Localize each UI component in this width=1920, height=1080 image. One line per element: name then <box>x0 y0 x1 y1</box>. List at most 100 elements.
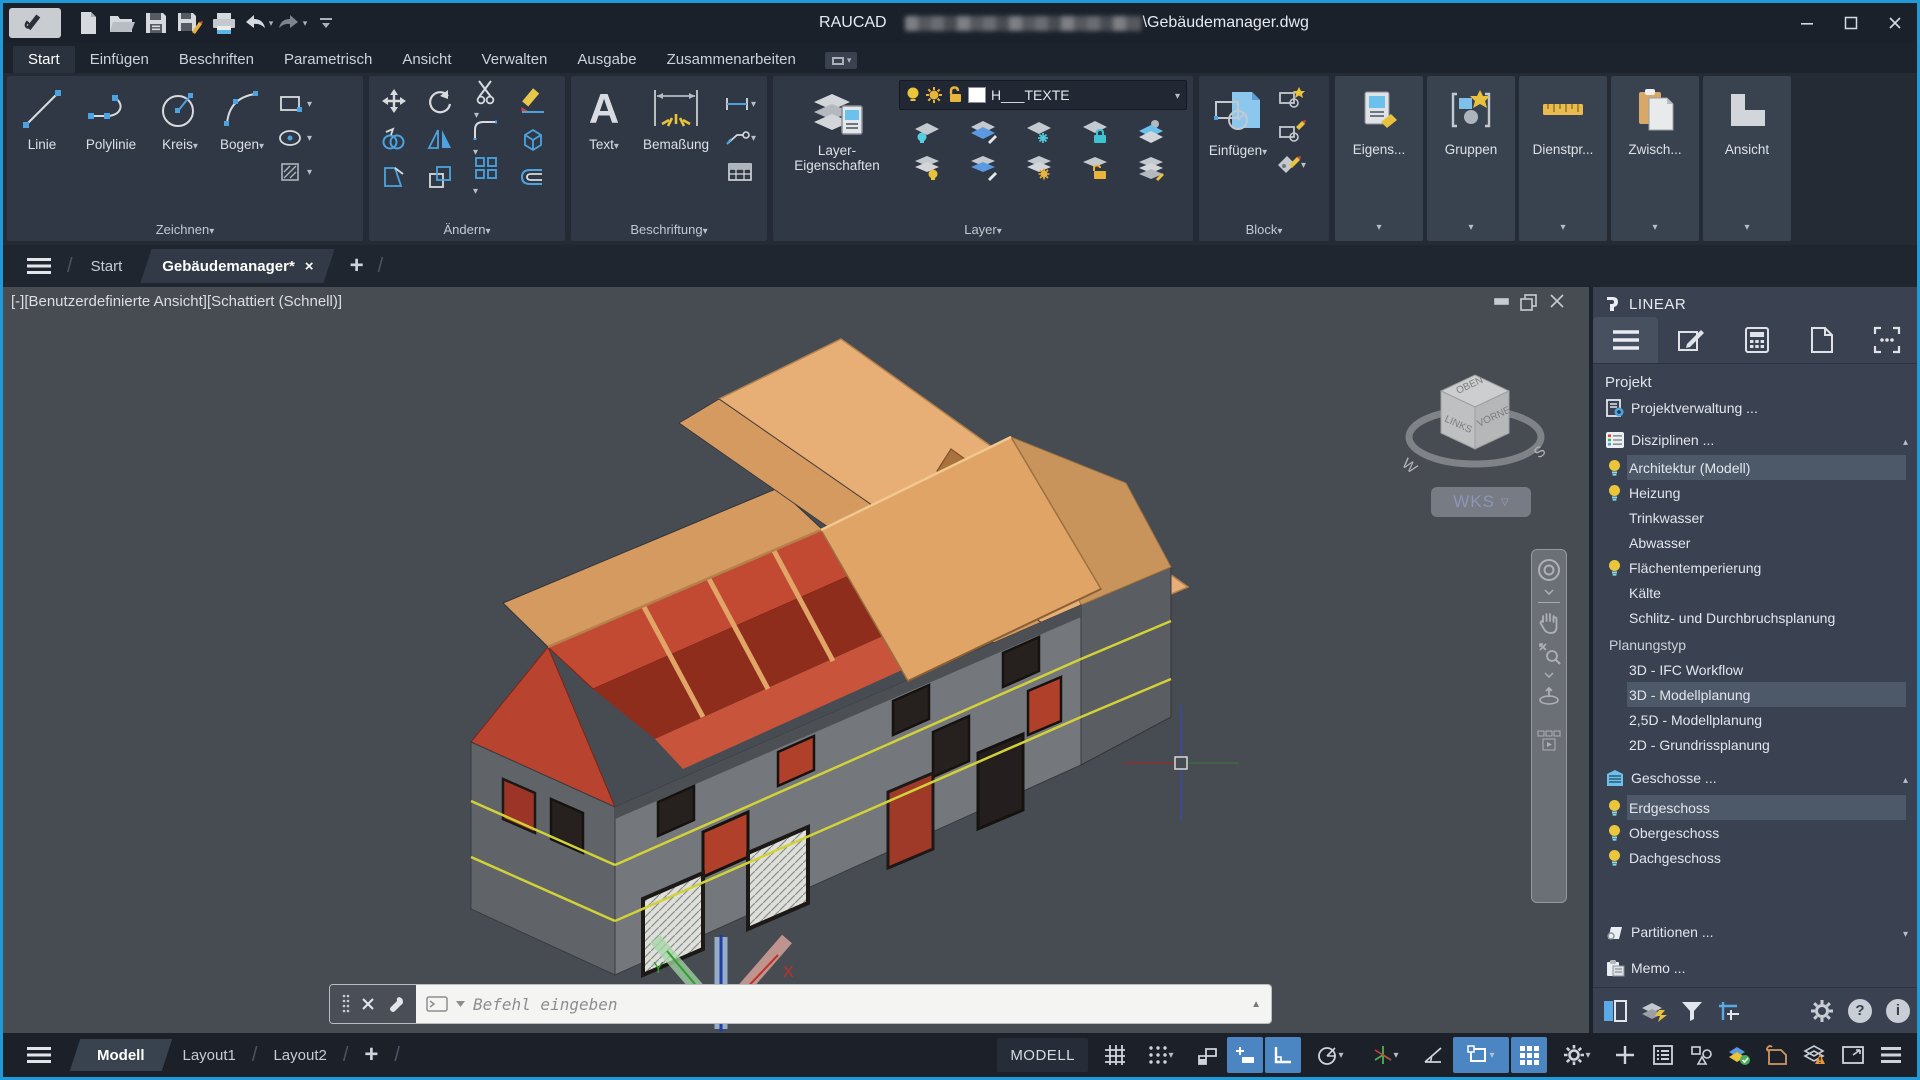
customization-menu-icon[interactable] <box>1873 1037 1909 1073</box>
wks-control[interactable]: WKS▽ <box>1431 487 1531 517</box>
info-icon[interactable]: i <box>1886 999 1910 1023</box>
new-file-button[interactable] <box>71 8 105 38</box>
stretch-button[interactable] <box>381 164 407 190</box>
kreis-button[interactable]: Kreis <box>149 78 211 198</box>
close-command-icon[interactable] <box>361 997 375 1011</box>
snap-grid-button[interactable] <box>1135 1037 1187 1073</box>
tree-item-architektur[interactable]: Architektur (Modell) <box>1593 455 1920 480</box>
panel-label-zeichnen[interactable]: Zeichnen <box>7 222 363 237</box>
panel-ansicht[interactable]: Ansicht <box>1703 76 1791 241</box>
object-snap-3d-button[interactable] <box>1511 1037 1547 1073</box>
tree-header-partitionen[interactable]: Partitionen ... <box>1593 919 1920 944</box>
chevron-down-icon[interactable] <box>1544 716 1554 722</box>
new-layout-button[interactable] <box>364 1041 378 1069</box>
quick-access-customize-button[interactable] <box>309 8 343 38</box>
tree-item-kaelte[interactable]: Kälte <box>1593 580 1920 605</box>
tree-item-3d-ifc[interactable]: 3D - IFC Workflow <box>1593 657 1920 682</box>
close-button[interactable] <box>1873 7 1917 39</box>
chevron-down-icon[interactable] <box>1544 672 1554 678</box>
print-button[interactable] <box>207 8 241 38</box>
quick-properties-button[interactable] <box>1645 1037 1681 1073</box>
tree-item-flaechentemperierung[interactable]: Flächentemperierung <box>1593 555 1920 580</box>
isodraft-button[interactable] <box>1359 1037 1413 1073</box>
tree-item-heizung[interactable]: Heizung <box>1593 480 1920 505</box>
wrench-icon[interactable] <box>387 995 405 1013</box>
layer-on-bulb-icon[interactable] <box>1607 484 1623 502</box>
redo-button[interactable] <box>275 8 309 38</box>
app-logo[interactable] <box>9 8 61 38</box>
layer-on-bulb-icon[interactable] <box>1607 849 1623 867</box>
new-drawing-tab-button[interactable] <box>350 252 364 280</box>
layout-tab-layout1[interactable]: Layout1 <box>167 1047 252 1064</box>
command-expand-icon[interactable]: ▲ <box>1251 999 1261 1010</box>
viewcube-compass-south[interactable]: S <box>1531 443 1550 462</box>
viewcube[interactable]: OBEN LINKS VORNE W S <box>1398 375 1549 478</box>
polar-tracking-button[interactable] <box>1303 1037 1357 1073</box>
linear-tab-project-tree[interactable] <box>1593 317 1658 363</box>
file-tab-drawing[interactable]: Gebäudemanager* <box>146 249 329 283</box>
navigation-bar[interactable] <box>1531 549 1567 903</box>
active-layers-icon[interactable] <box>1641 1000 1667 1022</box>
tree-item-25d-modellplanung[interactable]: 2,5D - Modellplanung <box>1593 707 1920 732</box>
leader-button[interactable] <box>723 121 756 155</box>
box-3d-button[interactable] <box>519 126 545 152</box>
panel-dienstprogramme[interactable]: Dienstpr... <box>1519 76 1607 241</box>
layer-lock-button[interactable] <box>1080 120 1110 144</box>
panel-expand-chevron-icon[interactable] <box>1560 217 1565 235</box>
snap-mode-button[interactable] <box>1227 1037 1263 1073</box>
command-line-dock[interactable]: Befehl eingeben ▲ <box>330 985 1271 1023</box>
zoom-extents-icon[interactable] <box>1537 641 1561 665</box>
tab-verwalten[interactable]: Verwalten <box>467 46 563 73</box>
table-button[interactable] <box>727 155 753 189</box>
edit-attributes-button[interactable] <box>1275 148 1306 182</box>
layer-isolate-button[interactable] <box>968 120 998 144</box>
tab-start[interactable]: Start <box>13 46 75 73</box>
panel-gruppen[interactable]: Gruppen <box>1427 76 1515 241</box>
dynamic-input-button[interactable] <box>1189 1037 1225 1073</box>
steering-wheel-icon[interactable] <box>1537 558 1561 582</box>
command-placeholder[interactable]: Befehl eingeben <box>473 995 1243 1014</box>
layer-dropdown-chevron-icon[interactable] <box>1175 86 1180 104</box>
tree-item-obergeschoss[interactable]: Obergeschoss <box>1593 820 1920 845</box>
dimension-settings-icon[interactable] <box>1717 1000 1741 1022</box>
expand-chevron-icon[interactable] <box>1903 924 1908 940</box>
layer-dropdown[interactable]: H___TEXTE <box>899 80 1187 110</box>
array-button[interactable] <box>473 155 499 199</box>
undo-button[interactable] <box>241 8 275 38</box>
tab-ansicht[interactable]: Ansicht <box>387 46 466 73</box>
minimize-button[interactable] <box>1785 7 1829 39</box>
tab-zusammenarbeiten[interactable]: Zusammenarbeiten <box>652 46 811 73</box>
layer-eigenschaften-button[interactable]: Layer-Eigenschaften <box>779 80 895 200</box>
tree-item-2d-grundrissplanung[interactable]: 2D - Grundrissplanung <box>1593 732 1920 757</box>
mirror-button[interactable] <box>427 126 453 152</box>
create-block-button[interactable] <box>1276 80 1306 114</box>
xref-button[interactable] <box>1759 1037 1795 1073</box>
tree-item-abwasser[interactable]: Abwasser <box>1593 530 1920 555</box>
layer-on-bulb-icon[interactable] <box>1607 459 1623 477</box>
command-history-chevron-icon[interactable] <box>456 1001 465 1007</box>
layer-match-button[interactable] <box>1136 155 1166 181</box>
save-as-button[interactable] <box>173 8 207 38</box>
tree-item-projektverwaltung[interactable]: Projektverwaltung ... <box>1593 395 1920 420</box>
panel-expand-chevron-icon[interactable] <box>1744 217 1749 235</box>
file-menu-hamburger-icon[interactable] <box>25 257 53 275</box>
chevron-down-icon[interactable] <box>1544 589 1554 595</box>
layer-warning-button[interactable] <box>1797 1037 1833 1073</box>
panel-label-aendern[interactable]: Ändern <box>369 222 565 237</box>
tree-header-disziplinen[interactable]: Disziplinen ... <box>1593 427 1920 452</box>
trim-button[interactable] <box>474 79 498 123</box>
rotate-button[interactable] <box>427 88 453 114</box>
einfuegen-button[interactable]: Einfügen <box>1203 80 1273 200</box>
bogen-button[interactable]: Bogen <box>211 78 273 198</box>
maximize-button[interactable] <box>1829 7 1873 39</box>
viewcube-compass-west[interactable]: W <box>1398 455 1420 478</box>
annotation-monitor-button[interactable] <box>1721 1037 1757 1073</box>
hatch-tool-button[interactable] <box>277 155 312 189</box>
layer-turn-on-button[interactable] <box>912 155 942 181</box>
viewport-window-controls[interactable] <box>1495 295 1563 310</box>
fillet-button[interactable] <box>473 118 499 160</box>
tree-item-erdgeschoss[interactable]: Erdgeschoss <box>1593 795 1920 820</box>
settings-gear-button[interactable] <box>1549 1037 1605 1073</box>
drag-handle-icon[interactable] <box>342 994 350 1014</box>
layer-freeze-button[interactable] <box>1024 120 1054 144</box>
